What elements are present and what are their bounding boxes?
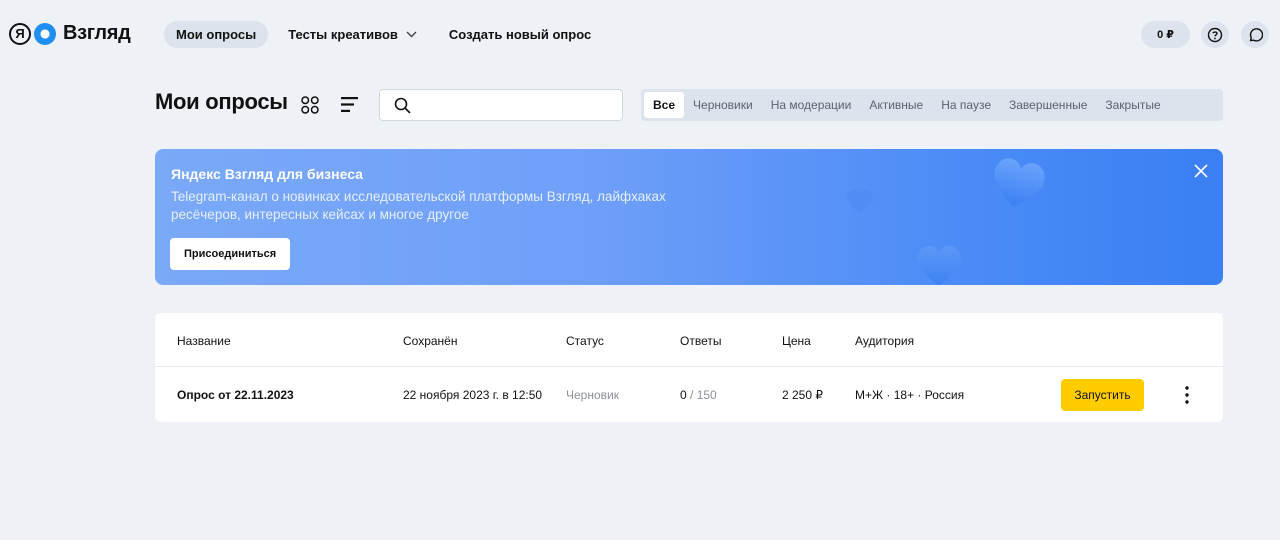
chat-icon <box>1249 27 1263 41</box>
column-header-name[interactable]: Название <box>177 334 231 348</box>
top-nav: Мои опросы Тесты креативов Создать новый… <box>164 21 611 48</box>
eye-logo-icon <box>34 22 56 45</box>
promo-banner: Яндекс Взгляд для бизнеса Telegram-канал… <box>155 149 1223 285</box>
chat-button[interactable] <box>1241 21 1269 48</box>
page-title: Мои опросы <box>155 89 288 114</box>
banner-title: Яндекс Взгляд для бизнеса <box>171 166 363 182</box>
search-box[interactable] <box>379 89 623 121</box>
filter-closed[interactable]: Закрытые <box>1096 92 1169 118</box>
survey-name[interactable]: Опрос от 22.11.2023 <box>177 388 294 402</box>
answers-total: / 150 <box>686 388 717 402</box>
banner-text: Telegram-канал о новинках исследовательс… <box>171 189 666 222</box>
column-header-audience[interactable]: Аудитория <box>855 334 914 348</box>
logo-text: Взгляд <box>63 22 131 44</box>
filter-all[interactable]: Все <box>644 92 685 118</box>
list-view-icon[interactable] <box>341 97 358 112</box>
column-header-saved[interactable]: Сохранён <box>403 334 457 348</box>
nav-creative-tests[interactable]: Тесты креативов <box>276 21 429 48</box>
search-input[interactable] <box>418 94 614 116</box>
nav-my-surveys-label: Мои опросы <box>176 27 257 42</box>
column-header-status[interactable]: Статус <box>566 334 604 348</box>
filter-active[interactable]: Активные <box>860 92 932 118</box>
filter-completed[interactable]: Завершенные <box>1000 92 1096 118</box>
column-header-answers[interactable]: Ответы <box>680 334 721 348</box>
yandex-logo-icon: Я <box>9 22 31 45</box>
logo[interactable]: Я Взгляд <box>9 22 131 45</box>
filter-moderation[interactable]: На модерации <box>762 92 861 118</box>
table-header: Название Сохранён Статус Ответы Цена Ауд… <box>155 313 1223 367</box>
help-icon <box>1207 27 1223 42</box>
heart-decoration-icon <box>847 189 873 214</box>
help-button[interactable] <box>1201 21 1229 48</box>
filter-drafts[interactable]: Черновики <box>684 92 762 118</box>
grid-view-icon[interactable] <box>301 96 319 114</box>
survey-price: 2 250 ₽ <box>782 388 823 402</box>
filter-paused[interactable]: На паузе <box>932 92 1000 118</box>
surveys-table: Название Сохранён Статус Ответы Цена Ауд… <box>155 313 1223 422</box>
survey-audience: М+Ж · 18+ · Россия <box>855 388 965 402</box>
heart-decoration-icon <box>917 245 961 285</box>
status-filter-tabs: Все Черновики На модерации Активные На п… <box>641 89 1223 121</box>
table-row[interactable]: Опрос от 22.11.2023 22 ноября 2023 г. в … <box>155 368 1223 422</box>
nav-creative-tests-label: Тесты креативов <box>288 27 398 42</box>
close-icon[interactable] <box>1193 163 1209 179</box>
survey-status: Черновик <box>566 388 619 402</box>
chevron-down-icon <box>406 29 417 41</box>
survey-answers: 0 / 150 <box>680 388 717 402</box>
join-button[interactable]: Присоединиться <box>170 238 291 270</box>
launch-button[interactable]: Запустить <box>1061 379 1144 411</box>
nav-my-surveys[interactable]: Мои опросы <box>164 21 269 48</box>
search-icon <box>394 97 411 114</box>
balance-badge[interactable]: 0 ₽ <box>1141 21 1190 48</box>
answers-done: 0 <box>680 388 687 402</box>
heart-decoration-icon <box>994 158 1045 207</box>
survey-saved-date: 22 ноября 2023 г. в 12:50 <box>403 388 543 402</box>
nav-create-survey-label: Создать новый опрос <box>448 27 592 42</box>
column-header-price[interactable]: Цена <box>782 334 811 348</box>
nav-create-survey[interactable]: Создать новый опрос <box>437 21 603 48</box>
more-options-icon[interactable] <box>1184 385 1190 405</box>
